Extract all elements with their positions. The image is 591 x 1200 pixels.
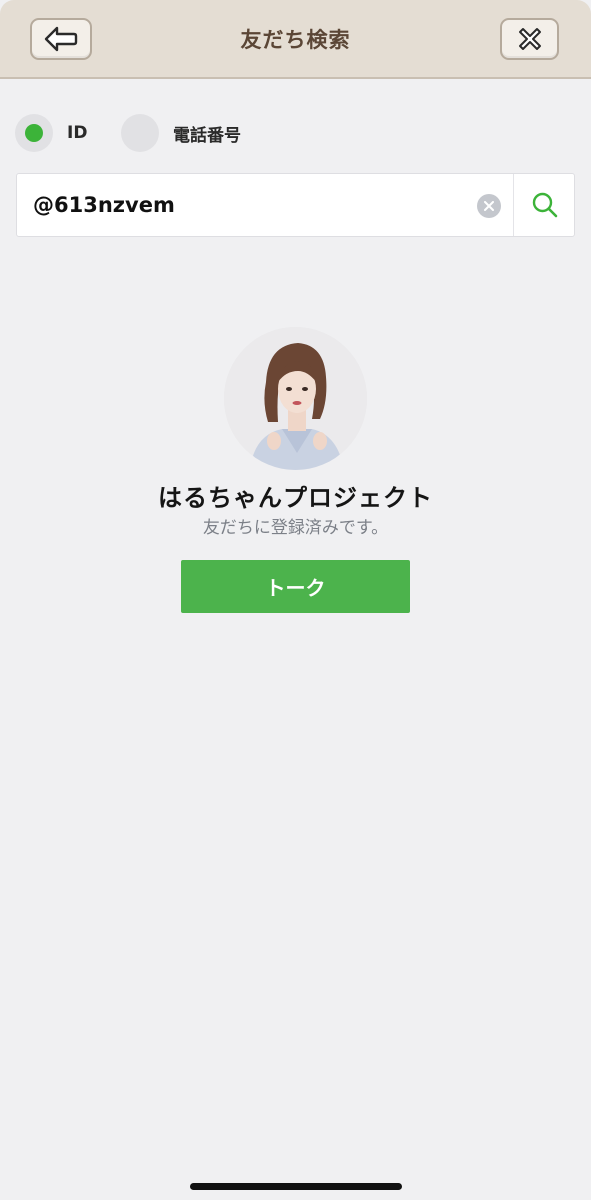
header-bar: 友だち検索 <box>0 0 591 79</box>
radio-dot <box>25 124 43 142</box>
result-name: はるちゃんプロジェクト <box>158 484 433 512</box>
radio-label-id: ID <box>67 123 88 143</box>
avatar-photo <box>224 327 367 470</box>
result-status: 友だちに登録済みです。 <box>202 518 389 538</box>
search-input[interactable] <box>17 174 477 236</box>
search-box <box>16 173 575 237</box>
close-icon <box>518 28 541 50</box>
radio-circle-selected[interactable] <box>15 114 53 152</box>
search-icon <box>532 192 557 218</box>
search-type-phone-radio[interactable]: 電話番号 <box>121 114 241 152</box>
search-type-id-radio[interactable]: ID <box>15 114 87 152</box>
profile-avatar <box>224 327 367 470</box>
search-button[interactable] <box>514 174 575 236</box>
radio-label-phone: 電話番号 <box>173 125 241 146</box>
screen: 友だち検索 ID 電話番号 @613nzvem はるちゃんプロジェクト 友だちに… <box>0 0 591 1200</box>
clear-icon <box>484 201 494 211</box>
talk-button[interactable]: トーク <box>181 560 410 613</box>
close-button[interactable] <box>500 18 559 60</box>
home-indicator[interactable] <box>190 1183 402 1190</box>
radio-circle-unselected[interactable] <box>121 114 159 152</box>
clear-button[interactable] <box>477 194 501 218</box>
